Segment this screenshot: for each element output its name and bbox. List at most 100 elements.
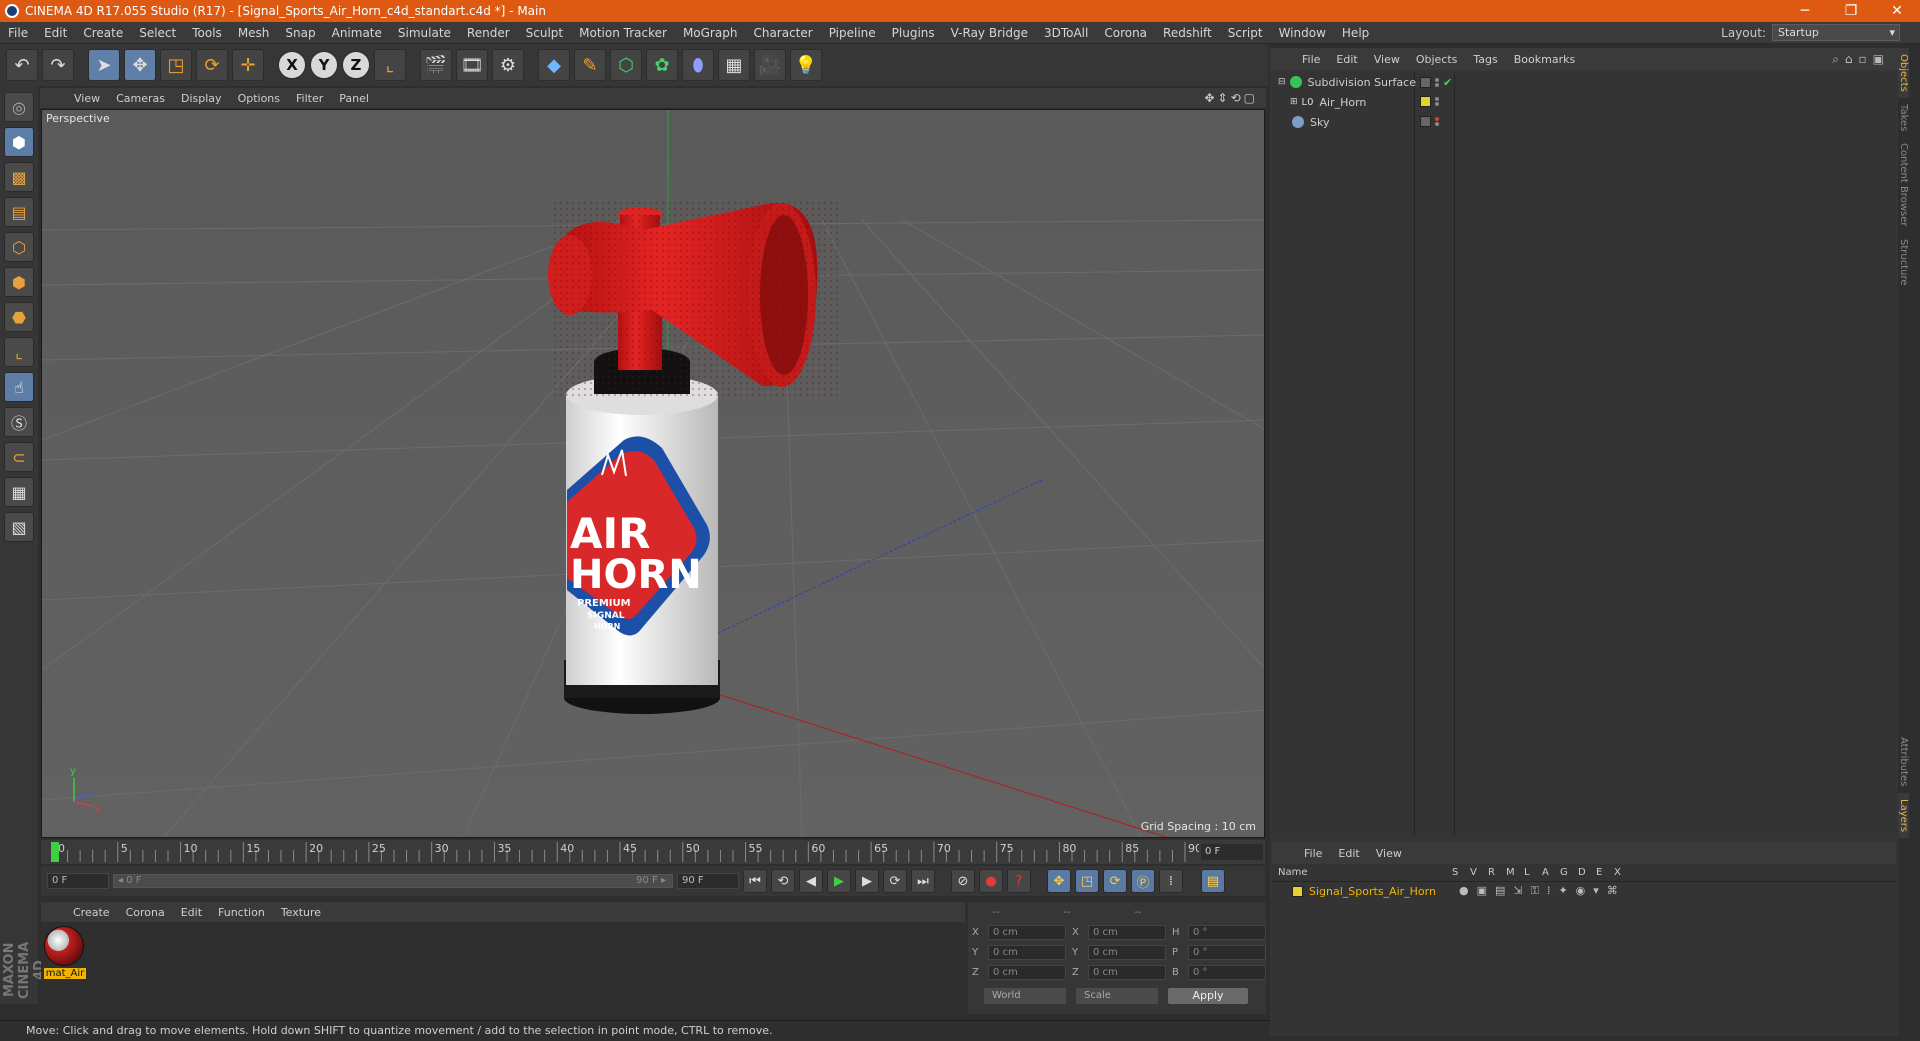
- redo-icon[interactable]: ↷: [42, 49, 74, 81]
- move-tool-icon[interactable]: ✥: [124, 49, 156, 81]
- solo-mode-icon[interactable]: Ⓢ: [4, 407, 34, 437]
- layer-toggle-icons[interactable]: ●▣▤⇲⚿⁞✦◉▾⌘: [1459, 884, 1626, 898]
- coordinate-system-icon[interactable]: ⌞: [374, 49, 406, 81]
- viewport-navigation-controls[interactable]: ✥⇕⟲▢: [1204, 91, 1266, 105]
- menu-plugins[interactable]: Plugins: [884, 26, 943, 40]
- object-row-air-horn[interactable]: ⊞ L0 Air_Horn: [1272, 92, 1896, 112]
- planar-workplane-icon[interactable]: ▧: [4, 512, 34, 542]
- record-rotation-icon[interactable]: ⟳: [1103, 869, 1127, 893]
- material-menu-texture[interactable]: Texture: [273, 906, 329, 919]
- edges-mode-icon[interactable]: ⬢: [4, 267, 34, 297]
- menu-vray-bridge[interactable]: V-Ray Bridge: [943, 26, 1036, 40]
- tab-content-browser[interactable]: Content Browser: [1898, 137, 1909, 232]
- previous-frame-icon[interactable]: ◀: [799, 869, 823, 893]
- play-forward-icon[interactable]: ▶: [827, 869, 851, 893]
- render-view-icon[interactable]: 🎬: [420, 49, 452, 81]
- model-mode-icon[interactable]: ⬢: [4, 127, 34, 157]
- object-row-sky[interactable]: Sky: [1272, 112, 1896, 132]
- restore-button[interactable]: ❐: [1828, 3, 1874, 19]
- playhead-marker[interactable]: [51, 842, 59, 862]
- subdivision-generator-icon[interactable]: ⬡: [610, 49, 642, 81]
- menu-animate[interactable]: Animate: [324, 26, 390, 40]
- snapping-icon[interactable]: ⊂: [4, 442, 34, 472]
- preview-range-slider[interactable]: ◂ 0 F 90 F ▸: [113, 874, 673, 888]
- object-menu-objects[interactable]: Objects: [1408, 53, 1466, 66]
- y-axis-lock-icon[interactable]: Y: [310, 51, 338, 79]
- menu-script[interactable]: Script: [1220, 26, 1271, 40]
- layer-menu-file[interactable]: File: [1296, 847, 1330, 860]
- texture-mode-icon[interactable]: ▩: [4, 162, 34, 192]
- rotation-h-field[interactable]: 0 °: [1188, 924, 1266, 940]
- render-settings-icon[interactable]: ⚙: [492, 49, 524, 81]
- object-row-subdivision-surface[interactable]: ⊟ Subdivision Surface ✔: [1272, 72, 1896, 92]
- layer-color-icon[interactable]: [1420, 116, 1431, 127]
- previous-key-icon[interactable]: ⟲: [771, 869, 795, 893]
- menu-create[interactable]: Create: [75, 26, 131, 40]
- menu-3dtoall[interactable]: 3DToAll: [1036, 26, 1096, 40]
- cube-primitive-icon[interactable]: ◆: [538, 49, 570, 81]
- viewport-menu-cameras[interactable]: Cameras: [108, 92, 173, 105]
- floor-scene-icon[interactable]: ▦: [718, 49, 750, 81]
- camera-icon[interactable]: 🎥: [754, 49, 786, 81]
- undo-icon[interactable]: ↶: [6, 49, 38, 81]
- tab-objects[interactable]: Objects: [1898, 48, 1909, 98]
- polygons-mode-icon[interactable]: ⬣: [4, 302, 34, 332]
- live-selection-icon[interactable]: ➤: [88, 49, 120, 81]
- timeline-ruler[interactable]: 0 5 10 15 20 25 30 35 40 45 50 55 60 65 70 75 80 85 90 0 F: [41, 840, 1265, 864]
- layer-color-icon[interactable]: [1292, 885, 1303, 897]
- size-x-field[interactable]: 0 cm: [1088, 924, 1166, 940]
- layer-menu-edit[interactable]: Edit: [1330, 847, 1367, 860]
- end-frame-field[interactable]: 90 F: [677, 873, 739, 889]
- size-z-field[interactable]: 0 cm: [1088, 964, 1166, 980]
- position-z-field[interactable]: 0 cm: [988, 964, 1066, 980]
- record-position-icon[interactable]: ✥: [1047, 869, 1071, 893]
- menu-pipeline[interactable]: Pipeline: [821, 26, 884, 40]
- motion-record-icon[interactable]: ⊘: [951, 869, 975, 893]
- points-mode-icon[interactable]: ⬡: [4, 232, 34, 262]
- tab-attributes[interactable]: Attributes: [1898, 731, 1909, 792]
- material-menu-edit[interactable]: Edit: [173, 906, 210, 919]
- menu-edit[interactable]: Edit: [36, 26, 75, 40]
- layer-color-icon[interactable]: [1420, 77, 1431, 88]
- menu-select[interactable]: Select: [131, 26, 184, 40]
- object-menu-view[interactable]: View: [1366, 53, 1408, 66]
- menu-tools[interactable]: Tools: [184, 26, 230, 40]
- collapse-icon[interactable]: ⊟: [1278, 77, 1286, 87]
- object-menu-tags[interactable]: Tags: [1465, 53, 1505, 66]
- viewport-menu-panel[interactable]: Panel: [331, 92, 377, 105]
- next-key-icon[interactable]: ⟳: [883, 869, 907, 893]
- menu-file[interactable]: File: [0, 26, 36, 40]
- record-point-level-icon[interactable]: ⁞: [1159, 869, 1183, 893]
- current-frame-field[interactable]: 0 F: [1201, 844, 1263, 860]
- apply-button[interactable]: Apply: [1168, 988, 1248, 1004]
- pen-spline-icon[interactable]: ✎: [574, 49, 606, 81]
- menu-simulate[interactable]: Simulate: [390, 26, 459, 40]
- menu-render[interactable]: Render: [459, 26, 518, 40]
- layout-dropdown[interactable]: Startup: [1772, 24, 1900, 41]
- layer-color-icon[interactable]: [1420, 96, 1431, 107]
- menu-snap[interactable]: Snap: [277, 26, 323, 40]
- record-scale-icon[interactable]: ◳: [1075, 869, 1099, 893]
- deformer-icon[interactable]: ⬮: [682, 49, 714, 81]
- material-swatch[interactable]: mat_Air: [44, 926, 86, 979]
- object-menu-file[interactable]: File: [1294, 53, 1328, 66]
- record-active-objects-icon[interactable]: ●: [979, 869, 1003, 893]
- menu-sculpt[interactable]: Sculpt: [518, 26, 571, 40]
- viewport-menu-filter[interactable]: Filter: [288, 92, 331, 105]
- layer-row[interactable]: Signal_Sports_Air_Horn ●▣▤⇲⚿⁞✦◉▾⌘: [1272, 882, 1896, 900]
- workplane-lock-icon[interactable]: ▦: [4, 477, 34, 507]
- scale-tool-icon[interactable]: ◳: [160, 49, 192, 81]
- menu-motion-tracker[interactable]: Motion Tracker: [571, 26, 675, 40]
- start-frame-field[interactable]: 0 F: [47, 873, 109, 889]
- material-menu-function[interactable]: Function: [210, 906, 273, 919]
- cloner-icon[interactable]: ✿: [646, 49, 678, 81]
- tab-takes[interactable]: Takes: [1898, 98, 1909, 137]
- minimize-button[interactable]: ─: [1782, 3, 1828, 19]
- timeline-window-icon[interactable]: ▤: [1201, 869, 1225, 893]
- tab-layers[interactable]: Layers: [1898, 792, 1909, 838]
- go-to-start-icon[interactable]: ⏮: [743, 869, 767, 893]
- object-manager-tools-icon[interactable]: ⌕⌂▫▣: [1832, 52, 1898, 67]
- coordinate-space-dropdown[interactable]: World: [984, 988, 1066, 1004]
- menu-help[interactable]: Help: [1334, 26, 1377, 40]
- rotation-p-field[interactable]: 0 °: [1188, 944, 1266, 960]
